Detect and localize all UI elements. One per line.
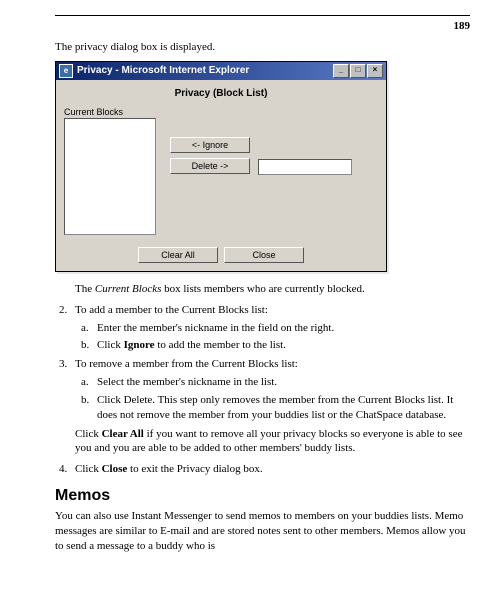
step-3a: a. Select the member's nickname in the l… <box>93 375 470 390</box>
nickname-input[interactable] <box>258 159 352 175</box>
clear-all-note: Click Clear All if you want to remove al… <box>75 427 470 457</box>
close-button[interactable]: Close <box>224 247 304 263</box>
title-bar: e Privacy - Microsoft Internet Explorer … <box>56 62 386 80</box>
memos-heading: Memos <box>55 487 470 505</box>
ie-icon: e <box>59 64 73 78</box>
step-2: 2. To add a member to the Current Blocks… <box>69 303 470 354</box>
dialog-heading: Privacy (Block List) <box>64 88 378 99</box>
delete-button[interactable]: Delete -> <box>170 158 250 174</box>
ignore-button[interactable]: <- Ignore <box>170 137 250 153</box>
maximize-button[interactable]: □ <box>350 64 366 78</box>
current-blocks-listbox[interactable] <box>64 118 156 235</box>
window-title: Privacy - Microsoft Internet Explorer <box>77 65 329 76</box>
step-4: 4. Click Close to exit the Privacy dialo… <box>69 462 470 477</box>
caption-text: The Current Blocks box lists members who… <box>75 282 470 297</box>
page-number: 189 <box>55 20 470 32</box>
step-3b: b. Click Delete. This step only removes … <box>93 393 470 423</box>
close-window-button[interactable]: × <box>367 64 383 78</box>
step-3: 3. To remove a member from the Current B… <box>69 357 470 456</box>
step-2b: b. Click Ignore to add the member to the… <box>93 338 470 353</box>
minimize-button[interactable]: _ <box>333 64 349 78</box>
privacy-dialog: e Privacy - Microsoft Internet Explorer … <box>55 61 387 272</box>
memos-paragraph: You can also use Instant Messenger to se… <box>55 509 470 554</box>
clear-all-button[interactable]: Clear All <box>138 247 218 263</box>
step-2a: a. Enter the member's nickname in the fi… <box>93 321 470 336</box>
current-blocks-label: Current Blocks <box>64 107 162 117</box>
intro-text: The privacy dialog box is displayed. <box>55 40 470 55</box>
